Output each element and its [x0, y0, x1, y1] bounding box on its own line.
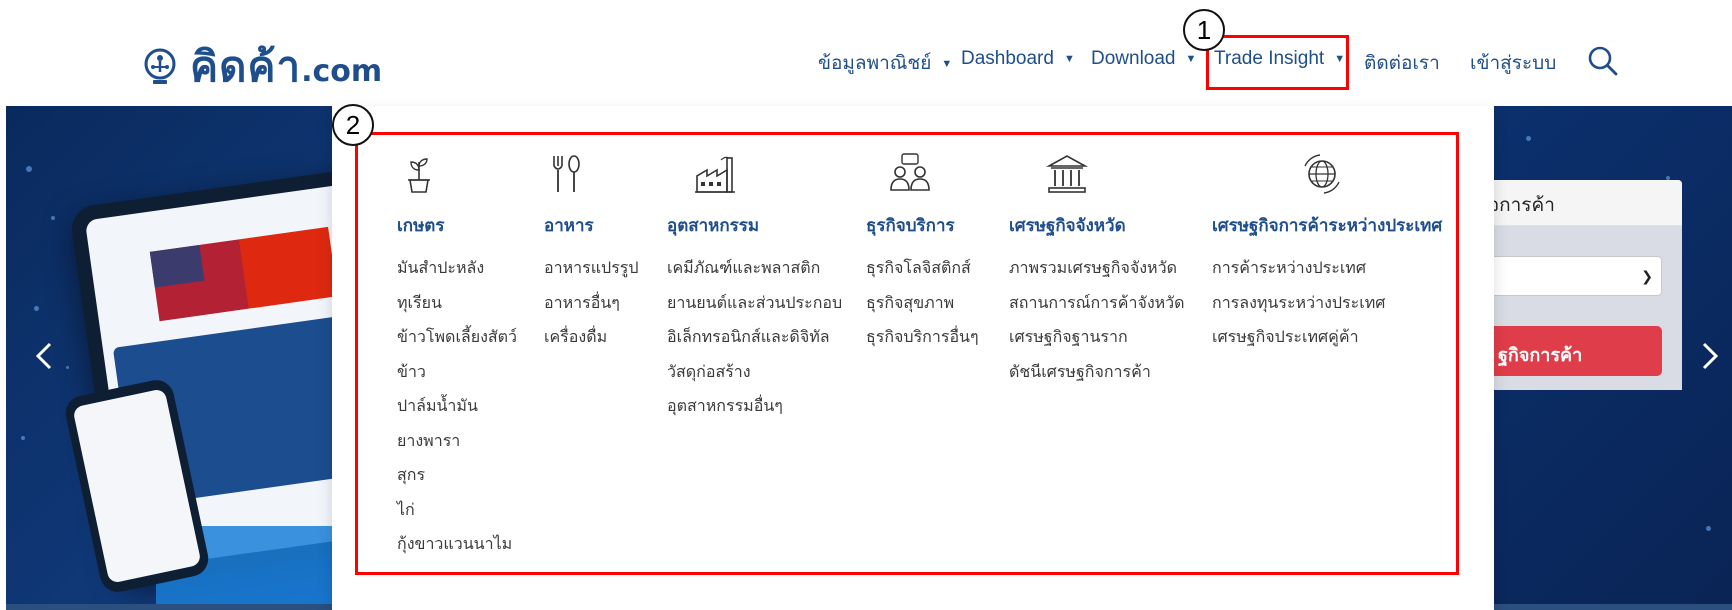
- nav-item-label: เข้าสู่ระบบ: [1470, 53, 1557, 74]
- search-icon: [1588, 46, 1618, 76]
- search-button[interactable]: [1586, 44, 1620, 78]
- caret-down-icon: ▼: [1063, 52, 1075, 65]
- decorative-dot: [34, 306, 39, 311]
- nav-item-commerce-data[interactable]: ข้อมูลพาณิชย์ ▼: [818, 48, 952, 78]
- caret-down-icon: ▼: [1185, 52, 1197, 65]
- card-title: จการค้า: [1488, 195, 1555, 216]
- annotation-badge: 1: [1183, 9, 1225, 51]
- decorative-dot: [26, 166, 32, 172]
- carousel-next-button[interactable]: [1694, 336, 1724, 376]
- chevron-right-icon: [1702, 342, 1719, 370]
- page: คิดค้า .com ข้อมูลพาณิชย์ ▼ Dashboard ▼ Do…: [0, 0, 1732, 610]
- caret-down-icon: ▼: [941, 57, 953, 70]
- annotation-highlight-nav: [1206, 35, 1349, 90]
- nav-item-login[interactable]: เข้าสู่ระบบ: [1470, 48, 1556, 78]
- annotation-badge: 2: [332, 104, 374, 146]
- main-nav: ข้อมูลพาณิชย์ ▼ Dashboard ▼ Download ▼ Trad…: [0, 48, 1732, 78]
- nav-item-label: Dashboard: [961, 48, 1054, 69]
- site-header: คิดค้า .com ข้อมูลพาณิชย์ ▼ Dashboard ▼ Do…: [0, 0, 1732, 106]
- button-label: ฐกิจการค้า: [1498, 345, 1583, 365]
- nav-item-download[interactable]: Download ▼: [1091, 48, 1196, 70]
- chevron-left-icon: [35, 342, 52, 370]
- decorative-dot: [1526, 136, 1531, 141]
- annotation-highlight-dropdown: [355, 132, 1459, 575]
- nav-item-label: ข้อมูลพาณิชย์: [818, 53, 932, 74]
- chevron-down-icon: ❯: [1641, 269, 1653, 285]
- carousel-prev-button[interactable]: [30, 336, 60, 376]
- decorative-dot: [21, 436, 25, 440]
- flags-graphic: [149, 226, 338, 322]
- nav-item-contact[interactable]: ติดต่อเรา: [1364, 48, 1440, 78]
- decorative-dot: [51, 216, 55, 220]
- nav-item-label: Download: [1091, 48, 1176, 69]
- nav-item-dashboard[interactable]: Dashboard ▼: [961, 48, 1075, 70]
- nav-item-label: ติดต่อเรา: [1364, 53, 1440, 74]
- decorative-dot: [1706, 526, 1711, 531]
- decorative-dot: [66, 366, 69, 369]
